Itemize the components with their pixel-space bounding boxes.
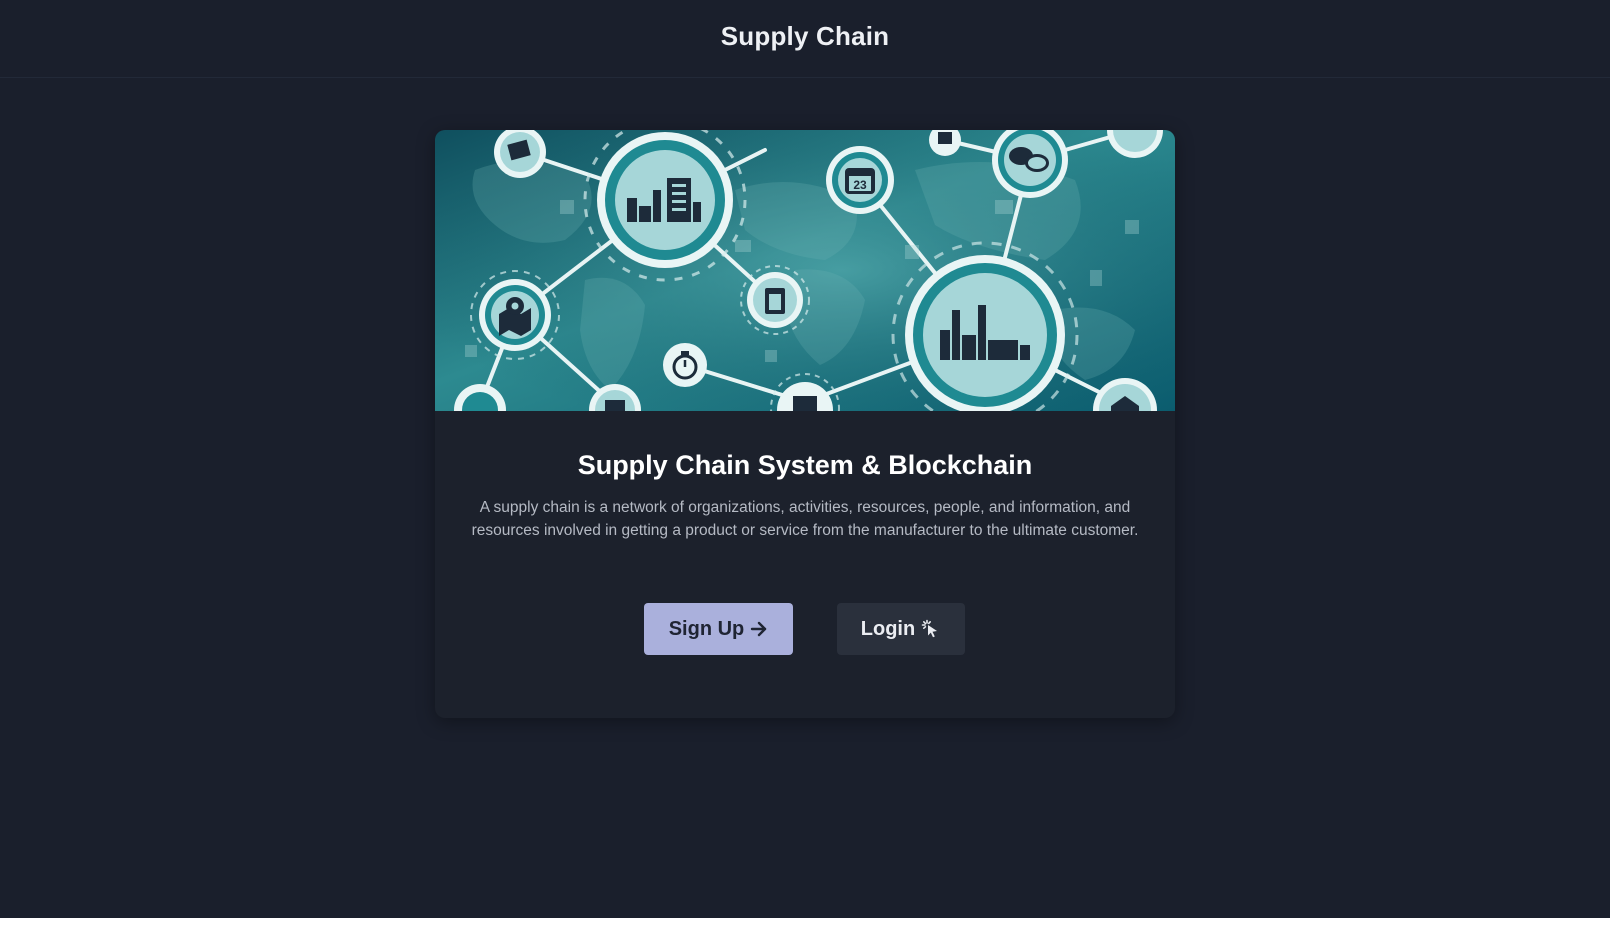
login-label: Login [860, 617, 916, 640]
arrow-right-icon [750, 620, 768, 638]
cursor-click-icon [921, 619, 941, 639]
signup-label: Sign Up [668, 617, 745, 640]
app-root: Supply Chain 23 Supply Chain System & Bl… [0, 0, 1610, 918]
svg-text:23: 23 [853, 178, 867, 192]
intro-card: 23 Supply Chain System & Blockchain A su… [435, 130, 1175, 718]
card-title: Supply Chain System & Blockchain [577, 450, 1033, 480]
top-header: Supply Chain [0, 0, 1610, 78]
hero-image: 23 [435, 130, 1175, 411]
signup-button[interactable]: Sign Up [644, 603, 793, 655]
login-button[interactable]: Login [837, 603, 965, 655]
page-title: Supply Chain [720, 21, 890, 51]
card-description: A supply chain is a network of organizat… [471, 499, 1139, 539]
supply-chain-network-illustration: 23 [435, 130, 1175, 411]
